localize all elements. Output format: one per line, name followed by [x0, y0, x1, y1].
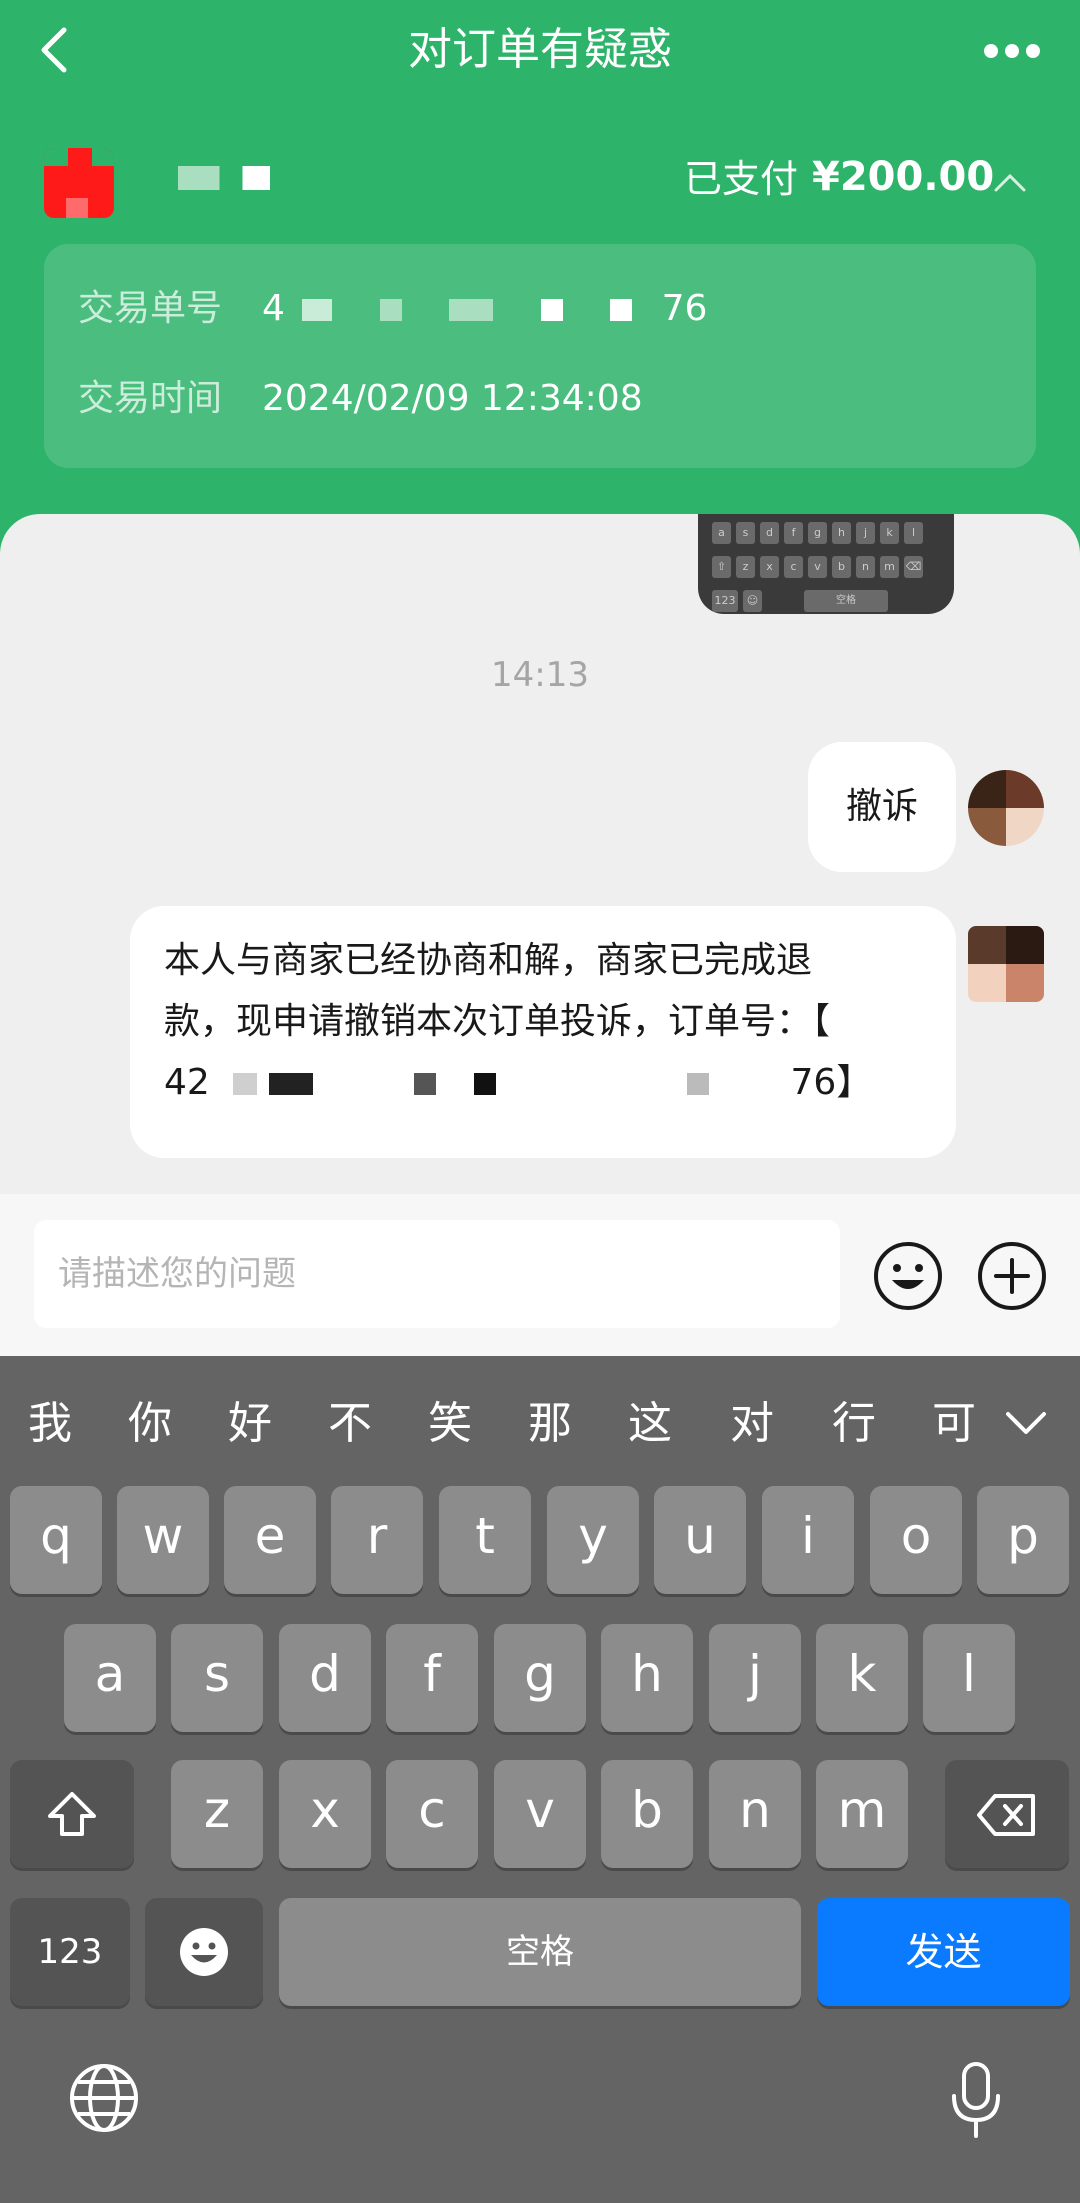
- key-a[interactable]: a: [64, 1624, 156, 1732]
- candidate-word[interactable]: 这: [620, 1392, 680, 1456]
- key-z[interactable]: z: [171, 1760, 263, 1868]
- composer-bar: [0, 1194, 1080, 1356]
- candidate-word[interactable]: 笑: [420, 1392, 480, 1456]
- key-y[interactable]: y: [547, 1486, 639, 1594]
- key-x[interactable]: x: [279, 1760, 371, 1868]
- candidate-word[interactable]: 不: [320, 1392, 380, 1456]
- key-c[interactable]: c: [386, 1760, 478, 1868]
- smiley-icon[interactable]: [872, 1240, 944, 1312]
- key-f[interactable]: f: [386, 1624, 478, 1732]
- space-key[interactable]: 空格: [279, 1898, 801, 2006]
- candidate-word[interactable]: 行: [824, 1392, 884, 1456]
- candidate-word[interactable]: 我: [20, 1392, 80, 1456]
- more-button[interactable]: [980, 30, 1044, 70]
- message-line: 42 76】: [164, 1062, 873, 1103]
- candidate-word[interactable]: 你: [120, 1392, 180, 1456]
- numbers-key[interactable]: 123: [10, 1898, 130, 2006]
- emoji-icon: [180, 1928, 228, 1976]
- key-s[interactable]: s: [171, 1624, 263, 1732]
- message-bubble-sent[interactable]: 撤诉: [808, 742, 956, 872]
- backspace-key[interactable]: [945, 1760, 1069, 1868]
- redaction-mask: [233, 1073, 258, 1095]
- candidate-word[interactable]: 那: [520, 1392, 580, 1456]
- emoji-key[interactable]: [145, 1898, 263, 2006]
- redaction-mask: [302, 299, 333, 321]
- send-key[interactable]: 发送: [817, 1898, 1070, 2006]
- key-b[interactable]: b: [601, 1760, 693, 1868]
- candidate-word[interactable]: 好: [220, 1392, 280, 1456]
- transaction-no-label: 交易单号: [78, 288, 223, 329]
- key-i[interactable]: i: [762, 1486, 854, 1594]
- message-input[interactable]: [34, 1220, 840, 1328]
- key-e[interactable]: e: [224, 1486, 316, 1594]
- nav-bar: 对订单有疑惑: [0, 0, 1080, 100]
- image-message-thumbnail[interactable]: asdfghjkl ⇧ z x c v b n m ⌫ 123 ☺ 空格: [698, 514, 954, 614]
- message-bubble-sent[interactable]: 本人与商家已经协商和解，商家已完成退 款，现申请撤销本次订单投诉，订单号：【 4…: [130, 906, 956, 1158]
- key-k[interactable]: k: [816, 1624, 908, 1732]
- message-timestamp: 14:13: [491, 655, 589, 695]
- key-t[interactable]: t: [439, 1486, 531, 1594]
- avatar[interactable]: [968, 926, 1044, 1002]
- microphone-icon[interactable]: [948, 2060, 1004, 2140]
- key-w[interactable]: w: [117, 1486, 209, 1594]
- key-q[interactable]: q: [10, 1486, 102, 1594]
- avatar[interactable]: [968, 770, 1044, 846]
- key-l[interactable]: l: [923, 1624, 1015, 1732]
- merchant-row[interactable]: 已支付 ¥200.00: [0, 140, 1080, 220]
- globe-icon[interactable]: [66, 2060, 142, 2136]
- candidate-word[interactable]: 对: [722, 1392, 782, 1456]
- keyboard: 我 你 好 不 笑 那 这 对 行 可 q w e r t y u i o p …: [0, 1356, 1080, 2203]
- key-v[interactable]: v: [494, 1760, 586, 1868]
- merchant-name-redacted: [178, 166, 270, 190]
- key-u[interactable]: u: [654, 1486, 746, 1594]
- merchant-logo: [44, 148, 114, 218]
- transaction-time-label: 交易时间: [78, 378, 223, 419]
- more-dots-icon: [984, 44, 998, 58]
- paid-label: 已支付: [684, 157, 799, 201]
- transaction-time-value: 2024/02/09 12:34:08: [262, 378, 643, 419]
- key-d[interactable]: d: [279, 1624, 371, 1732]
- order-header: 对订单有疑惑 已支付 ¥200.00 交易单号 4 76 交易时间 2024/0…: [0, 0, 1080, 560]
- chevron-up-icon[interactable]: [990, 162, 1030, 202]
- chevron-down-icon[interactable]: [1000, 1402, 1052, 1446]
- shift-arrow-icon: [48, 1792, 96, 1836]
- key-n[interactable]: n: [709, 1760, 801, 1868]
- transaction-no-value[interactable]: 4 76: [262, 282, 707, 336]
- shift-key[interactable]: [10, 1760, 134, 1868]
- page-title: 对订单有疑惑: [408, 24, 672, 75]
- key-m[interactable]: m: [816, 1760, 908, 1868]
- key-p[interactable]: p: [977, 1486, 1069, 1594]
- key-o[interactable]: o: [870, 1486, 962, 1594]
- paid-amount: ¥200.00: [812, 154, 995, 200]
- message-line: 本人与商家已经协商和解，商家已完成退: [164, 940, 813, 981]
- candidate-word[interactable]: 可: [924, 1392, 984, 1456]
- key-g[interactable]: g: [494, 1624, 586, 1732]
- candidate-bar: 我 你 好 不 笑 那 这 对 行 可: [0, 1356, 1080, 1486]
- transaction-info-card: 交易单号 4 76 交易时间 2024/02/09 12:34:08: [44, 244, 1036, 468]
- backspace-icon: [977, 1794, 1035, 1836]
- chat-area[interactable]: asdfghjkl ⇧ z x c v b n m ⌫ 123 ☺ 空格 14:13 撤诉 本人与…: [0, 514, 1080, 1194]
- plus-circle-icon[interactable]: [976, 1240, 1048, 1312]
- key-r[interactable]: r: [331, 1486, 423, 1594]
- key-j[interactable]: j: [709, 1624, 801, 1732]
- message-line: 款，现申请撤销本次订单投诉，订单号：【: [164, 1001, 831, 1042]
- key-h[interactable]: h: [601, 1624, 693, 1732]
